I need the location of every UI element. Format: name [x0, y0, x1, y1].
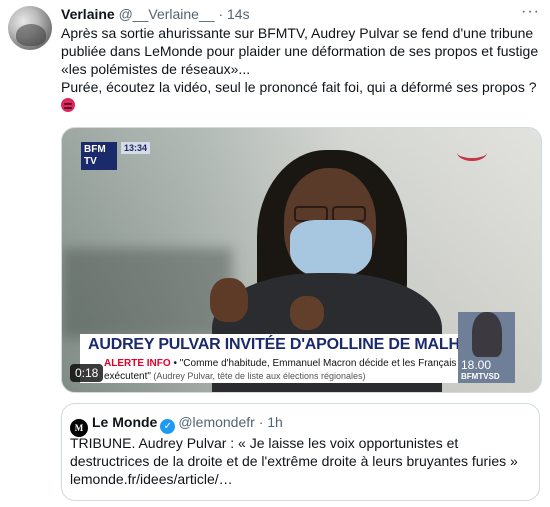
quoted-separator-dot: ·: [258, 414, 264, 430]
speaker-hand-2: [290, 296, 324, 330]
quoted-display-name[interactable]: Le Monde: [92, 414, 157, 430]
tweet-text: Après sa sortie ahurissante sur BFMTV, A…: [61, 24, 539, 116]
quoted-tweet-header: M Le Monde ✓ @lemondefr · 1h: [70, 412, 283, 437]
speaker-hand: [210, 278, 248, 322]
red-ribbon-icon: [457, 144, 487, 161]
quoted-tweet-text: TRIBUNE. Audrey Pulvar : « Je laisse les…: [70, 435, 518, 487]
bfmtv-logo: BFM TV: [81, 142, 117, 170]
tweet-text-paragraph-2: Purée, écoutez la vidéo, seul le prononc…: [61, 78, 539, 116]
quoted-handle[interactable]: @lemondefr: [178, 414, 254, 430]
verified-badge-icon: ✓: [160, 419, 176, 434]
news-ticker: ALERTE INFO • "Comme d'habitude, Emmanue…: [80, 356, 458, 383]
face-mask: [290, 220, 372, 278]
video-background-shade: [62, 248, 232, 338]
channel-clock: 13:34: [121, 142, 151, 154]
alerte-info-label: ALERTE INFO: [104, 358, 171, 369]
user-avatar[interactable]: [8, 6, 52, 50]
quoted-tweet-card[interactable]: M Le Monde ✓ @lemondefr · 1h TRIBUNE. Audre…: [61, 403, 540, 501]
side-inset-person: [472, 312, 502, 357]
angry-face-icon: [61, 98, 75, 112]
side-inset-time: 18.00: [461, 358, 492, 372]
tweet-text-line-2: Purée, écoutez la vidéo, seul le prononc…: [61, 79, 537, 95]
quoted-timestamp[interactable]: 1h: [267, 414, 283, 430]
speaker-glasses: [290, 206, 370, 222]
tweet-text-paragraph-1: Après sa sortie ahurissante sur BFMTV, A…: [61, 25, 539, 77]
tweet-timestamp[interactable]: 14s: [227, 6, 250, 22]
more-options-icon[interactable]: ···: [521, 2, 540, 22]
side-inset-label: BFMTVSD: [461, 372, 500, 381]
ticker-source: (Audrey Pulvar, tête de liste aux électi…: [150, 371, 366, 381]
embedded-video[interactable]: BFM TV 13:34 AUDREY PULVAR INVITÉE D'APO…: [61, 127, 542, 393]
user-handle[interactable]: @__Verlaine__: [119, 6, 215, 22]
video-duration-badge: 0:18: [70, 364, 104, 382]
display-name[interactable]: Verlaine: [61, 6, 115, 22]
video-headline-banner: AUDREY PULVAR INVITÉE D'APOLLINE DE MALH…: [80, 334, 458, 356]
tweet-header: Verlaine @__Verlaine__ · 14s ···: [61, 2, 540, 24]
separator-dot: ·: [218, 6, 224, 22]
